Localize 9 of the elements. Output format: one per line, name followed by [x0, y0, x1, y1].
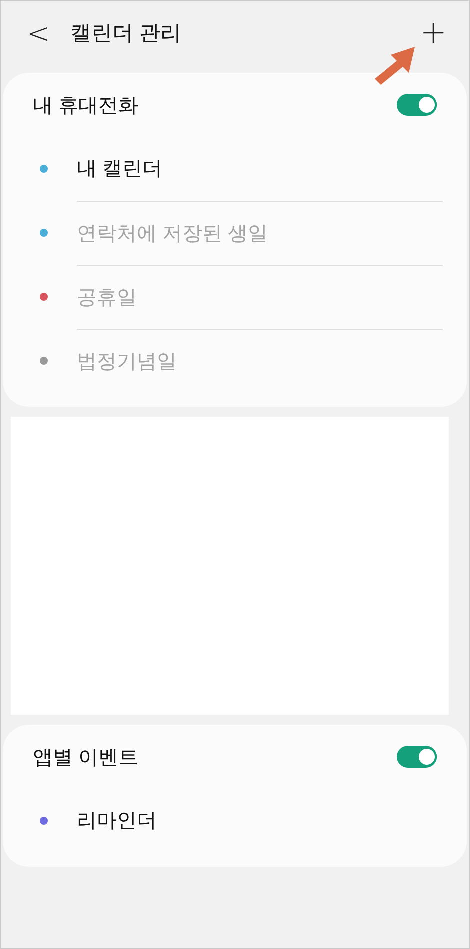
- toggle-switch[interactable]: [397, 94, 437, 116]
- section-title: 내 휴대전화: [33, 94, 139, 118]
- back-button[interactable]: <: [21, 16, 56, 50]
- calendar-item[interactable]: 내 캘린더: [77, 137, 443, 201]
- page-title: 캘린더 관리: [70, 21, 182, 47]
- toggle-switch[interactable]: [397, 746, 437, 768]
- add-button[interactable]: +: [414, 13, 453, 51]
- section-title: 앱별 이벤트: [33, 746, 139, 770]
- calendar-item[interactable]: 리마인더: [77, 789, 443, 853]
